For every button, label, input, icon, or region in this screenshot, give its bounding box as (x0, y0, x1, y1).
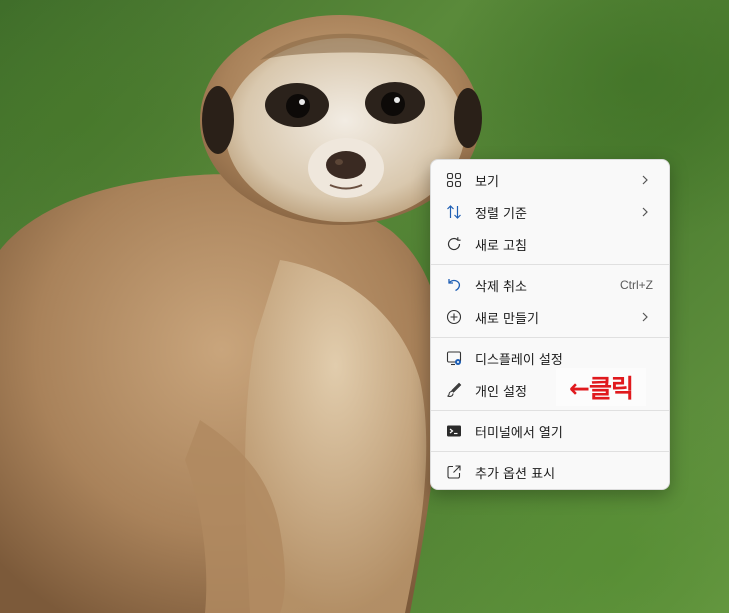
brush-icon (446, 382, 462, 398)
menu-item-label: 새로 만들기 (475, 311, 539, 327)
menu-divider (431, 451, 669, 452)
menu-item-label: 터미널에서 열기 (475, 425, 563, 441)
sort-arrows-icon (446, 204, 462, 220)
menu-item-label: 보기 (475, 174, 499, 190)
menu-item-label: 정렬 기준 (475, 206, 527, 222)
chevron-right-icon (639, 175, 651, 185)
chevron-right-icon (639, 207, 651, 217)
desktop[interactable]: 보기 정렬 기준 새로 고침 삭제 취소 Ctrl+Z 새로 만들기 디스플레이… (0, 0, 729, 613)
menu-item-undo-delete[interactable]: 삭제 취소 Ctrl+Z (435, 269, 665, 301)
open-external-icon (446, 464, 462, 480)
menu-item-label: 추가 옵션 표시 (475, 466, 556, 482)
grid-view-icon (446, 172, 462, 188)
add-circle-icon (446, 309, 462, 325)
click-annotation: ←클릭 (556, 368, 646, 406)
menu-divider (431, 337, 669, 338)
menu-item-label: 삭제 취소 (475, 279, 527, 295)
display-settings-icon (446, 350, 462, 366)
refresh-icon (446, 236, 462, 252)
terminal-icon (446, 423, 462, 439)
menu-item-show-more-options[interactable]: 추가 옵션 표시 (435, 456, 665, 488)
menu-item-sort-by[interactable]: 정렬 기준 (435, 196, 665, 228)
menu-item-view[interactable]: 보기 (435, 164, 665, 196)
chevron-right-icon (639, 312, 651, 322)
menu-item-refresh[interactable]: 새로 고침 (435, 228, 665, 260)
menu-item-label: 디스플레이 설정 (475, 352, 563, 368)
menu-divider (431, 410, 669, 411)
menu-divider (431, 264, 669, 265)
menu-item-open-in-terminal[interactable]: 터미널에서 열기 (435, 415, 665, 447)
menu-item-label: 새로 고침 (475, 238, 527, 254)
keyboard-shortcut: Ctrl+Z (620, 278, 653, 292)
menu-item-new[interactable]: 새로 만들기 (435, 301, 665, 333)
undo-icon (446, 277, 462, 293)
desktop-context-menu: 보기 정렬 기준 새로 고침 삭제 취소 Ctrl+Z 새로 만들기 디스플레이… (430, 159, 670, 490)
